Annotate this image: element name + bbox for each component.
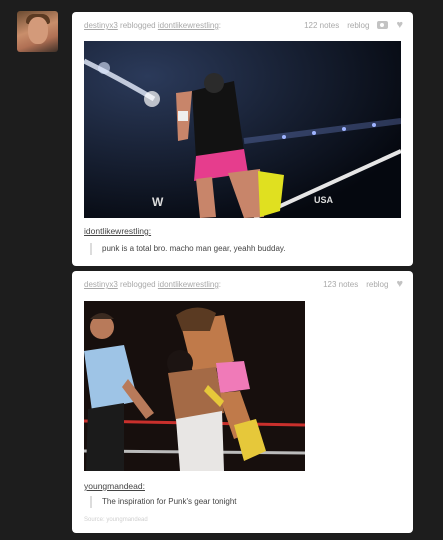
post-card: destinyx3 reblogged idontlikewrestling: … <box>72 271 413 533</box>
post-meta: destinyx3 reblogged idontlikewrestling: … <box>84 20 403 34</box>
notes-count[interactable]: 122 notes <box>304 21 339 30</box>
caption-user-link[interactable]: youngmandead: <box>84 481 145 491</box>
post-meta: destinyx3 reblogged idontlikewrestling: … <box>84 279 403 293</box>
post-quote: punk is a total bro. macho man gear, yea… <box>90 243 286 255</box>
wrestling-photo <box>84 301 305 471</box>
camera-icon <box>377 21 389 29</box>
reblog-link[interactable]: reblog <box>347 21 369 30</box>
usa-logo: USA <box>314 195 334 205</box>
wrestling-photo: W USA <box>84 41 401 218</box>
colon-text: : <box>218 21 222 30</box>
post-attribution: destinyx3 reblogged idontlikewrestling: <box>84 21 221 30</box>
source-user-link[interactable]: idontlikewrestling <box>158 280 219 289</box>
post-actions: 123 notes reblog ♥ <box>323 279 403 290</box>
reblogger-link[interactable]: destinyx3 <box>84 280 118 289</box>
wwe-logo: W <box>152 195 164 209</box>
post-quote: The inspiration for Punk's gear tonight <box>90 496 237 508</box>
reblog-link[interactable]: reblog <box>366 280 388 289</box>
heart-icon[interactable]: ♥ <box>396 20 403 31</box>
reblogger-link[interactable]: destinyx3 <box>84 21 118 30</box>
source-attribution[interactable]: Source: youngmandead <box>84 517 148 523</box>
avatar[interactable] <box>17 11 58 52</box>
reblogged-text: reblogged <box>120 280 156 289</box>
avatar-face <box>28 17 48 44</box>
post-attribution: destinyx3 reblogged idontlikewrestling: <box>84 280 221 289</box>
post-image[interactable] <box>84 301 305 471</box>
heart-icon[interactable]: ♥ <box>396 279 403 290</box>
post-image[interactable]: W USA <box>84 41 401 218</box>
source-user-link[interactable]: idontlikewrestling <box>158 21 219 30</box>
post-actions: 122 notes reblog ♥ <box>304 20 403 31</box>
notes-count[interactable]: 123 notes <box>323 280 358 289</box>
post-card: destinyx3 reblogged idontlikewrestling: … <box>72 12 413 266</box>
colon-text: : <box>218 280 222 289</box>
caption-user-link[interactable]: idontlikewrestling: <box>84 226 151 236</box>
reblogged-text: reblogged <box>120 21 156 30</box>
